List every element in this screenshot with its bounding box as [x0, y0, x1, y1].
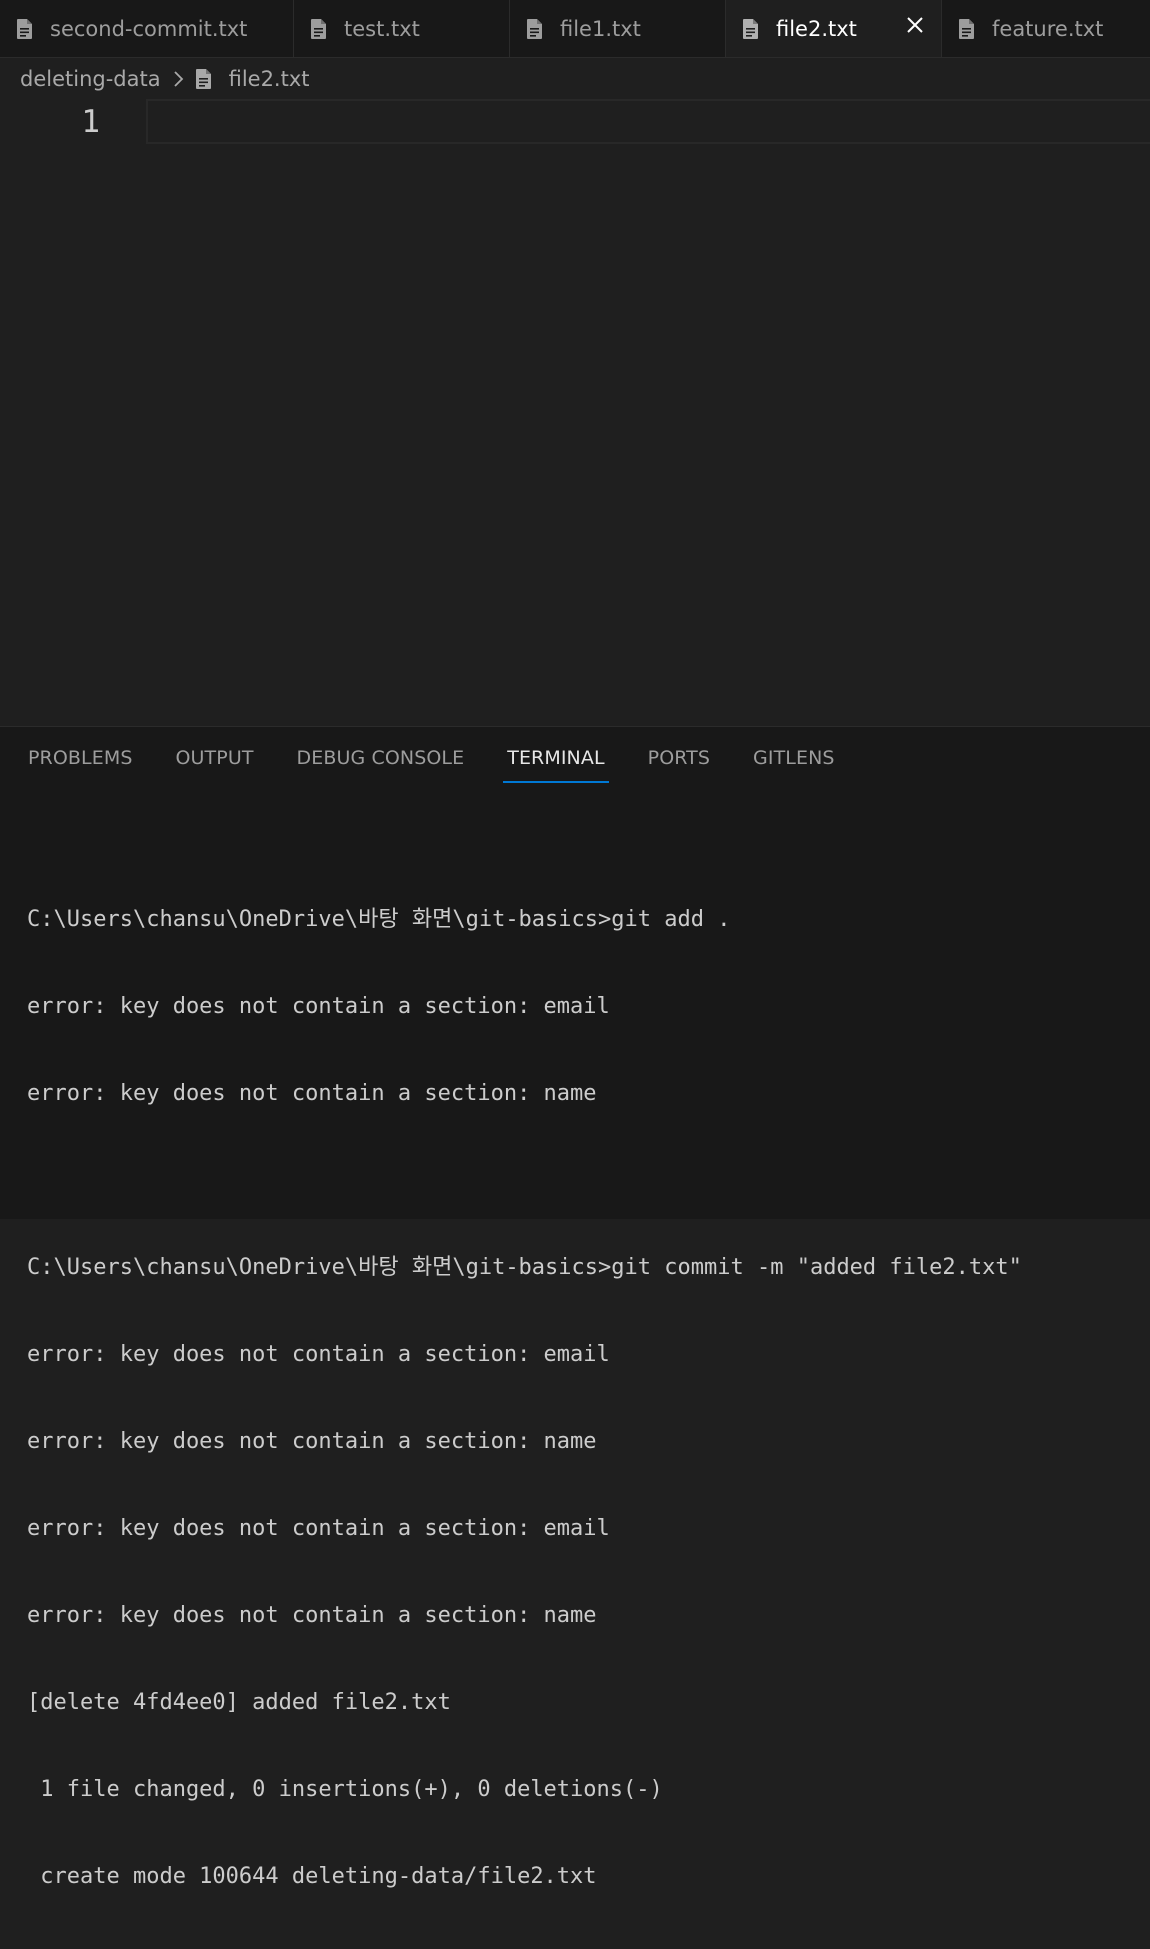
terminal-line: error: key does not contain a section: e…	[27, 1516, 610, 1541]
file-text-icon	[311, 18, 326, 39]
terminal-line: error: key does not contain a section: e…	[27, 994, 610, 1019]
terminal-line: C:\Users\chansu\OneDrive\바탕 화면\git-basic…	[27, 1255, 1022, 1280]
editor-tab-bar: second-commit.txt test.txt file1.txt fil…	[0, 0, 1150, 58]
tab-debug-console[interactable]: DEBUG CONSOLE	[297, 747, 465, 783]
tab-gitlens[interactable]: GITLENS	[753, 747, 835, 783]
terminal-line: error: key does not contain a section: e…	[27, 1342, 610, 1367]
tab-terminal[interactable]: TERMINAL	[503, 747, 609, 783]
close-icon[interactable]	[905, 15, 925, 35]
terminal-output[interactable]: C:\Users\chansu\OneDrive\바탕 화면\git-basic…	[27, 847, 1137, 1949]
bottom-panel: PROBLEMS OUTPUT DEBUG CONSOLE TERMINAL P…	[0, 726, 1150, 1889]
tab-label: test.txt	[344, 16, 420, 41]
tab-file1-txt[interactable]: file1.txt	[510, 0, 726, 57]
text-editor[interactable]: 1	[0, 98, 1150, 726]
terminal-line: C:\Users\chansu\OneDrive\바탕 화면\git-basic…	[27, 907, 731, 932]
file-text-icon	[527, 18, 542, 39]
tab-feature-txt[interactable]: feature.txt	[942, 0, 1150, 57]
tab-second-commit-txt[interactable]: second-commit.txt	[0, 0, 294, 57]
terminal-line: error: key does not contain a section: n…	[27, 1081, 597, 1106]
terminal-line: error: key does not contain a section: n…	[27, 1429, 597, 1454]
tab-ports[interactable]: PORTS	[648, 747, 710, 783]
file-text-icon	[743, 19, 758, 39]
file-text-icon	[195, 69, 211, 89]
current-line-highlight[interactable]	[146, 99, 1150, 144]
breadcrumb-file[interactable]: file2.txt	[229, 67, 310, 91]
tab-test-txt[interactable]: test.txt	[294, 0, 510, 57]
chevron-right-icon	[173, 71, 183, 87]
file-text-icon	[959, 18, 974, 39]
tab-label: file1.txt	[560, 16, 641, 41]
tab-label: second-commit.txt	[50, 16, 248, 41]
breadcrumb: deleting-data file2.txt	[20, 64, 310, 94]
file-text-icon	[17, 18, 32, 39]
terminal-line: [delete 4fd4ee0] added file2.txt	[27, 1690, 451, 1715]
terminal-line: create mode 100644 deleting-data/file2.t…	[27, 1864, 597, 1889]
tab-problems[interactable]: PROBLEMS	[28, 747, 133, 783]
terminal-line: 1 file changed, 0 insertions(+), 0 delet…	[27, 1777, 663, 1802]
tab-label: feature.txt	[992, 16, 1104, 41]
terminal-line: error: key does not contain a section: n…	[27, 1603, 597, 1628]
breadcrumb-folder[interactable]: deleting-data	[20, 67, 161, 91]
tab-output[interactable]: OUTPUT	[176, 747, 254, 783]
panel-tab-bar: PROBLEMS OUTPUT DEBUG CONSOLE TERMINAL P…	[28, 747, 878, 783]
tab-file2-txt[interactable]: file2.txt	[726, 0, 942, 57]
tab-label: file2.txt	[776, 17, 857, 41]
line-number: 1	[81, 104, 100, 140]
